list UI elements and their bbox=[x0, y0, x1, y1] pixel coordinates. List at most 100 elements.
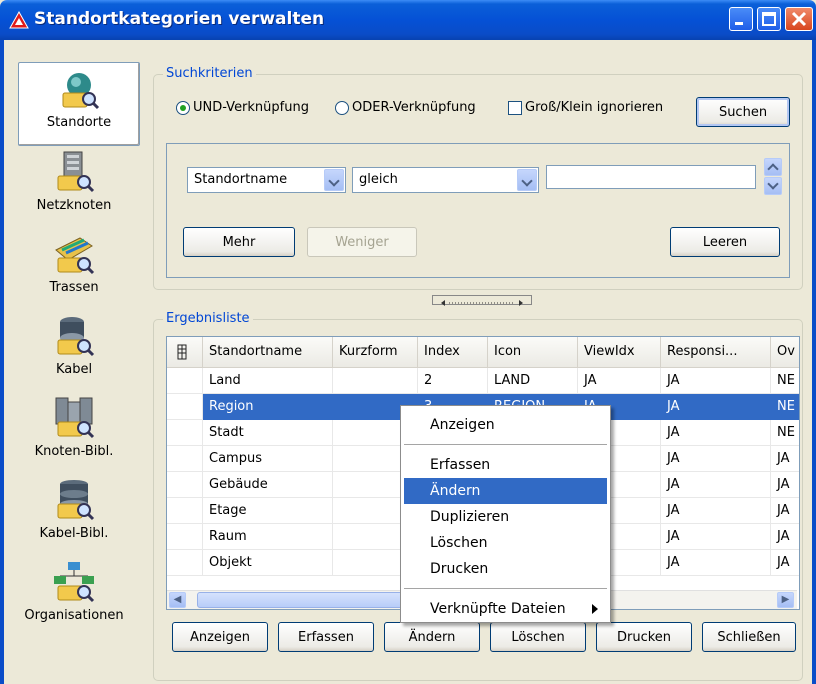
table-cell-resp: JA bbox=[661, 368, 771, 394]
scroll-left-button[interactable]: ◀ bbox=[169, 592, 186, 608]
table-cell-name: Land bbox=[203, 368, 333, 394]
edit-button[interactable]: Ändern bbox=[384, 622, 480, 652]
table-cell-ov: JA bbox=[771, 550, 799, 576]
category-nav: Standorte Netzknoten Trassen Kabel Knote… bbox=[8, 52, 140, 682]
delete-button[interactable]: Löschen bbox=[490, 622, 586, 652]
search-button[interactable]: Suchen bbox=[696, 97, 790, 127]
column-header-icon[interactable]: Icon bbox=[488, 337, 578, 367]
checkbox-box bbox=[508, 100, 522, 115]
app-icon bbox=[9, 11, 29, 29]
scroll-down-button[interactable] bbox=[764, 177, 782, 195]
nav-item-standorte[interactable]: Standorte bbox=[18, 62, 140, 146]
grid-select-all[interactable] bbox=[167, 337, 203, 367]
table-cell-name: Gebäude bbox=[203, 472, 333, 498]
table-cell-ov: NE bbox=[771, 394, 799, 420]
title-bar[interactable]: Standortkategorien verwalten bbox=[0, 0, 816, 40]
nav-item-label: Knoten-Bibl. bbox=[34, 444, 114, 459]
route-search-icon bbox=[55, 237, 95, 275]
nav-item-kabel-bibl[interactable]: Kabel-Bibl. bbox=[8, 474, 140, 556]
radio-or[interactable]: ODER-Verknüpfung bbox=[335, 100, 502, 115]
show-button[interactable]: Anzeigen bbox=[172, 622, 268, 652]
table-row[interactable]: Land 2 LAND JA JA NE bbox=[167, 368, 799, 394]
window-frame-right bbox=[812, 40, 816, 684]
nav-item-label: Netzknoten bbox=[36, 198, 112, 213]
row-header[interactable] bbox=[167, 550, 203, 576]
table-cell-resp: JA bbox=[661, 446, 771, 472]
table-cell-ov: JA bbox=[771, 472, 799, 498]
operator-select[interactable]: gleich bbox=[352, 167, 539, 193]
node-search-icon bbox=[57, 151, 95, 193]
table-cell-kurz bbox=[333, 368, 418, 394]
grid-icon bbox=[177, 344, 187, 360]
row-header[interactable] bbox=[167, 524, 203, 550]
menu-item-anzeigen[interactable]: Anzeigen bbox=[404, 412, 607, 438]
menu-item-aendern[interactable]: Ändern bbox=[404, 478, 607, 504]
globe-search-icon bbox=[62, 73, 100, 110]
field-select[interactable]: Standortname bbox=[187, 167, 346, 193]
nav-item-label: Kabel bbox=[55, 362, 93, 377]
nav-item-knoten-bibl[interactable]: Knoten-Bibl. bbox=[8, 392, 140, 474]
add-button[interactable]: Erfassen bbox=[278, 622, 374, 652]
menu-item-verknuepfte-dateien[interactable]: Verknüpfte Dateien bbox=[404, 596, 607, 622]
menu-item-erfassen[interactable]: Erfassen bbox=[404, 452, 607, 478]
nav-item-label: Organisationen bbox=[24, 608, 124, 623]
maximize-button[interactable] bbox=[757, 7, 781, 31]
table-cell-ov: NE bbox=[771, 420, 799, 446]
column-header-kurzform[interactable]: Kurzform bbox=[333, 337, 418, 367]
nav-item-netzknoten[interactable]: Netzknoten bbox=[8, 146, 140, 228]
row-header[interactable] bbox=[167, 446, 203, 472]
table-cell-index: 2 bbox=[418, 368, 488, 394]
table-cell-resp: JA bbox=[661, 498, 771, 524]
menu-item-loeschen[interactable]: Löschen bbox=[404, 530, 607, 556]
case-insensitive-checkbox[interactable]: Groß/Klein ignorieren bbox=[508, 100, 698, 115]
node-library-icon bbox=[55, 397, 95, 439]
cable-library-icon bbox=[57, 480, 95, 521]
row-header[interactable] bbox=[167, 368, 203, 394]
column-header-index[interactable]: Index bbox=[418, 337, 488, 367]
search-value-input[interactable] bbox=[546, 165, 756, 189]
scroll-thumb[interactable] bbox=[197, 592, 407, 608]
minimize-button[interactable] bbox=[729, 7, 753, 31]
column-header-viewidx[interactable]: ViewIdx bbox=[578, 337, 661, 367]
column-header-standortname[interactable]: Standortname bbox=[203, 337, 333, 367]
table-cell-resp: JA bbox=[661, 394, 771, 420]
window-frame-left bbox=[0, 40, 4, 684]
nav-item-label: Kabel-Bibl. bbox=[39, 526, 109, 541]
radio-and[interactable]: UND-Verknüpfung bbox=[176, 100, 345, 115]
menu-separator bbox=[404, 588, 607, 589]
row-header[interactable] bbox=[167, 394, 203, 420]
more-button[interactable]: Mehr bbox=[183, 227, 295, 257]
context-menu: Anzeigen Erfassen Ändern Duplizieren Lös… bbox=[400, 405, 611, 623]
org-chart-icon bbox=[54, 562, 95, 603]
nav-item-trassen[interactable]: Trassen bbox=[8, 228, 140, 310]
row-header[interactable] bbox=[167, 472, 203, 498]
table-cell-name: Raum bbox=[203, 524, 333, 550]
panel-splitter[interactable] bbox=[432, 295, 532, 306]
menu-item-duplizieren[interactable]: Duplizieren bbox=[404, 504, 607, 530]
criteria-panel bbox=[166, 143, 790, 278]
scroll-right-button[interactable]: ▶ bbox=[777, 592, 794, 608]
radio-button-unchecked bbox=[335, 100, 349, 115]
submenu-arrow-icon bbox=[592, 604, 598, 614]
table-cell-name: Objekt bbox=[203, 550, 333, 576]
close-button[interactable] bbox=[785, 7, 813, 31]
print-button[interactable]: Drucken bbox=[596, 622, 692, 652]
table-cell-view: JA bbox=[578, 368, 661, 394]
clear-button[interactable]: Leeren bbox=[670, 227, 780, 257]
minimize-icon bbox=[735, 22, 743, 25]
row-header[interactable] bbox=[167, 498, 203, 524]
column-header-responsible[interactable]: Responsi... bbox=[661, 337, 771, 367]
scroll-up-button[interactable] bbox=[764, 158, 782, 176]
nav-item-organisationen[interactable]: Organisationen bbox=[8, 556, 140, 638]
close-dialog-button[interactable]: Schließen bbox=[702, 622, 796, 652]
radio-button-checked bbox=[176, 100, 190, 115]
less-button[interactable]: Weniger bbox=[307, 227, 417, 257]
nav-item-label: Trassen bbox=[49, 280, 99, 295]
table-cell-name: Etage bbox=[203, 498, 333, 524]
menu-item-drucken[interactable]: Drucken bbox=[404, 556, 607, 582]
nav-item-kabel[interactable]: Kabel bbox=[8, 310, 140, 392]
column-header-ov[interactable]: Ov bbox=[771, 337, 799, 367]
chevron-down-icon bbox=[517, 169, 537, 191]
radio-or-label: ODER-Verknüpfung bbox=[352, 100, 476, 115]
row-header[interactable] bbox=[167, 420, 203, 446]
